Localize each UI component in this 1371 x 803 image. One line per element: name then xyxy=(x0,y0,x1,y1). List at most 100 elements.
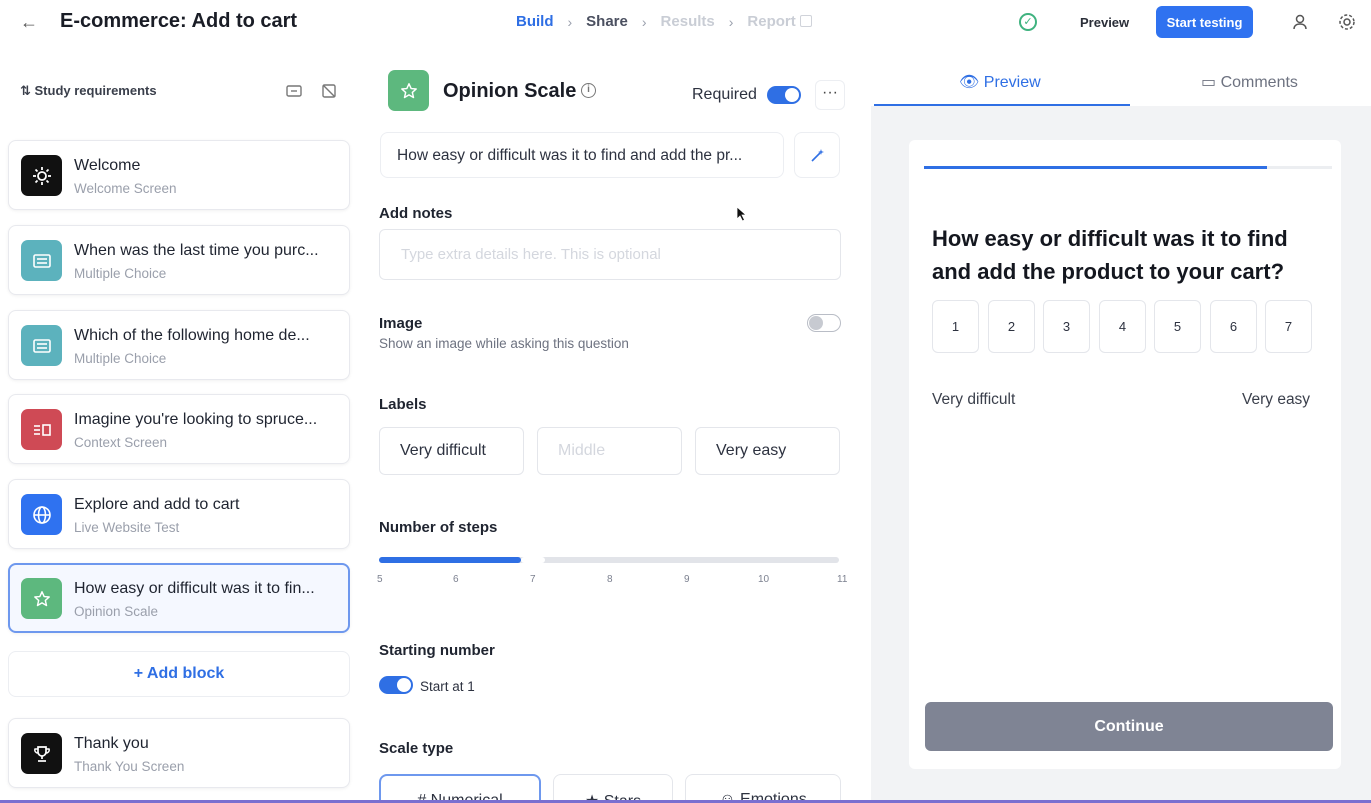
user-icon[interactable] xyxy=(1290,12,1310,32)
scale-option-6[interactable]: 6 xyxy=(1210,300,1257,353)
scale-option-5[interactable]: 5 xyxy=(1154,300,1201,353)
study-requirements-text: Study requirements xyxy=(34,83,157,98)
block-title: When was the last time you purc... xyxy=(74,242,319,259)
scale-type-stars[interactable]: ★ Stars xyxy=(553,774,673,803)
block-editor: Opinion Scale i Required ··· How easy or… xyxy=(362,48,870,803)
star-icon xyxy=(388,70,429,111)
ai-rewrite-button[interactable] xyxy=(794,132,840,178)
block-subtitle: Welcome Screen xyxy=(74,181,177,196)
trophy-icon xyxy=(21,733,62,774)
study-requirements-label: ⇅ Study requirements xyxy=(20,83,157,99)
toggle-knob xyxy=(809,316,823,330)
more-options-icon[interactable]: ··· xyxy=(815,80,845,110)
chevron-right-icon: › xyxy=(567,13,573,30)
block-subtitle: Multiple Choice xyxy=(74,351,167,366)
add-block-button[interactable]: + Add block xyxy=(8,651,350,697)
block-title: Which of the following home de... xyxy=(74,327,310,344)
steps-slider-fill[interactable] xyxy=(379,557,521,563)
image-toggle[interactable] xyxy=(807,314,841,332)
block-multiple-choice-1[interactable]: When was the last time you purc... Multi… xyxy=(8,225,350,295)
steps-heading: Number of steps xyxy=(379,519,498,536)
chevron-right-icon: › xyxy=(728,13,734,30)
block-context-screen[interactable]: Imagine you're looking to spruce... Cont… xyxy=(8,394,350,464)
step-tick: 10 xyxy=(758,574,770,585)
globe-icon xyxy=(21,494,62,535)
step-share[interactable]: Share xyxy=(586,13,628,30)
tab-label: Comments xyxy=(1220,74,1298,91)
scale-option-2[interactable]: 2 xyxy=(988,300,1035,353)
scale-type-heading: Scale type xyxy=(379,740,454,757)
add-block-label: Add block xyxy=(146,665,225,682)
step-results[interactable]: Results xyxy=(661,13,715,30)
scale-option-4[interactable]: 4 xyxy=(1099,300,1146,353)
toggle-knob xyxy=(397,678,411,692)
tab-comments[interactable]: ▭ Comments xyxy=(1201,72,1298,92)
block-thank-you[interactable]: Thank you Thank You Screen xyxy=(8,718,350,788)
comment-icon: ▭ xyxy=(1201,74,1221,91)
block-title: Thank you xyxy=(74,735,149,752)
scale-option-7[interactable]: 7 xyxy=(1265,300,1312,353)
info-icon[interactable]: i xyxy=(581,83,596,98)
sun-icon xyxy=(21,155,62,196)
step-tick: 11 xyxy=(837,574,848,585)
tab-preview[interactable]: 👁 Preview xyxy=(959,72,1041,92)
right-label-input[interactable] xyxy=(695,427,840,475)
block-subtitle: Thank You Screen xyxy=(74,759,185,774)
preview-panel: 👁 Preview ▭ Comments How easy or difficu… xyxy=(871,48,1371,803)
active-tab-indicator xyxy=(874,104,1130,106)
magic-wand-icon xyxy=(811,149,824,162)
eye-icon: 👁 xyxy=(959,74,984,91)
list-icon xyxy=(21,325,62,366)
step-report[interactable]: Report xyxy=(747,13,812,30)
toggle-knob xyxy=(785,88,799,102)
middle-label-input[interactable] xyxy=(537,427,682,475)
required-toggle[interactable] xyxy=(767,86,801,104)
preview-button[interactable]: Preview xyxy=(1068,8,1141,38)
start-testing-button[interactable]: Start testing xyxy=(1156,6,1253,38)
scale-right-label: Very easy xyxy=(1242,391,1311,408)
block-title: How easy or difficult was it to fin... xyxy=(74,580,315,597)
step-tick: 8 xyxy=(607,574,613,585)
block-live-website-test[interactable]: Explore and add to cart Live Website Tes… xyxy=(8,479,350,549)
saved-check-icon: ✓ xyxy=(1019,13,1037,31)
block-welcome[interactable]: Welcome Welcome Screen xyxy=(8,140,350,210)
device-icon[interactable] xyxy=(285,82,303,100)
left-label-input[interactable] xyxy=(379,427,524,475)
block-opinion-scale[interactable]: How easy or difficult was it to fin... O… xyxy=(8,563,350,633)
back-arrow-icon[interactable]: ← xyxy=(18,11,40,33)
continue-button[interactable]: Continue xyxy=(925,702,1333,751)
question-text: How easy or difficult was it to find and… xyxy=(397,147,743,164)
scale-option-1[interactable]: 1 xyxy=(932,300,979,353)
block-subtitle: Opinion Scale xyxy=(74,604,159,619)
step-tick: 7 xyxy=(530,574,536,585)
step-navigation: Build › Share › Results › Report xyxy=(516,13,812,30)
plus-icon: + xyxy=(133,665,147,682)
preview-question: How easy or difficult was it to find and… xyxy=(932,226,1288,284)
preview-tabs: 👁 Preview ▭ Comments xyxy=(871,48,1371,106)
block-title: Imagine you're looking to spruce... xyxy=(74,411,318,428)
scale-option-3[interactable]: 3 xyxy=(1043,300,1090,353)
list-icon xyxy=(21,240,62,281)
block-type-title: Opinion Scale xyxy=(443,80,577,102)
preview-card: How easy or difficult was it to find and… xyxy=(909,140,1341,769)
notes-input[interactable] xyxy=(379,229,841,280)
step-report-label: Report xyxy=(747,13,796,30)
gear-icon[interactable] xyxy=(1337,12,1357,32)
question-input[interactable]: How easy or difficult was it to find and… xyxy=(380,132,784,178)
hide-image-icon[interactable] xyxy=(320,82,338,100)
mouse-cursor-icon xyxy=(736,206,748,222)
step-tick: 9 xyxy=(684,574,690,585)
block-multiple-choice-2[interactable]: Which of the following home de... Multip… xyxy=(8,310,350,380)
context-icon xyxy=(21,409,62,450)
steps-slider-gap xyxy=(521,557,545,563)
step-build[interactable]: Build xyxy=(516,13,554,30)
block-subtitle: Live Website Test xyxy=(74,520,180,535)
progress-fill xyxy=(924,166,1267,169)
sliders-icon: ⇅ xyxy=(20,83,35,98)
start-at-toggle[interactable] xyxy=(379,676,413,694)
scale-type-emotions[interactable]: ☺ Emotions xyxy=(685,774,841,803)
blocks-sidebar: ⇅ Study requirements Welcome Welcome Scr… xyxy=(0,56,362,803)
block-title: Explore and add to cart xyxy=(74,496,240,513)
scale-type-numerical[interactable]: # Numerical xyxy=(379,774,541,803)
study-requirements-bar[interactable]: ⇅ Study requirements xyxy=(8,74,350,108)
